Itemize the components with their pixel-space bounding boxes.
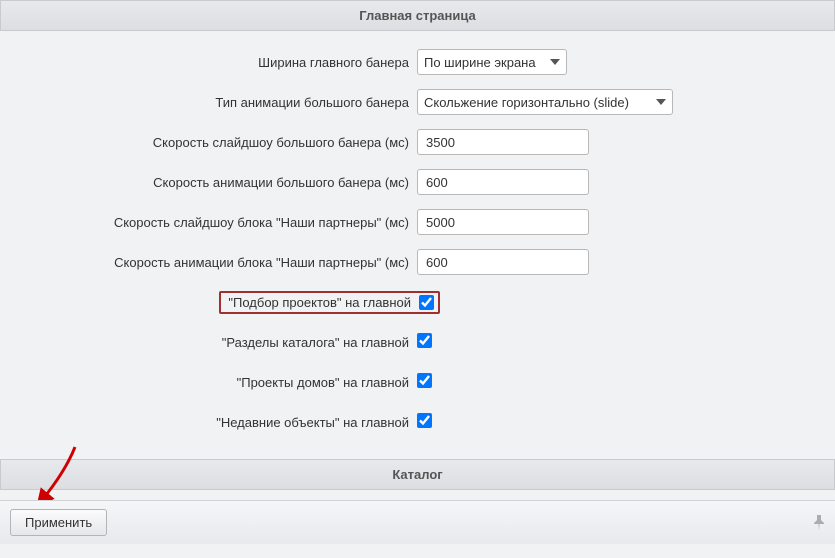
project-selection-label: "Подбор проектов" на главной: [225, 295, 419, 310]
partners-slideshow-speed-label: Скорость слайдшоу блока "Наши партнеры" …: [0, 215, 417, 230]
partners-animation-speed-label: Скорость анимации блока "Наши партнеры" …: [0, 255, 417, 270]
partners-slideshow-speed-row: Скорость слайдшоу блока "Наши партнеры" …: [0, 209, 835, 235]
pin-icon[interactable]: [813, 515, 825, 531]
catalog-sections-label: "Разделы каталога" на главной: [0, 335, 417, 350]
partners-slideshow-speed-input[interactable]: [417, 209, 589, 235]
recent-objects-row: "Недавние объекты" на главной: [0, 409, 835, 435]
project-selection-row: "Подбор проектов" на главной: [0, 289, 835, 315]
banner-slideshow-speed-input[interactable]: [417, 129, 589, 155]
partners-animation-speed-row: Скорость анимации блока "Наши партнеры" …: [0, 249, 835, 275]
banner-animation-speed-row: Скорость анимации большого банера (мс): [0, 169, 835, 195]
project-selection-checkbox[interactable]: [419, 295, 434, 310]
banner-animation-type-label: Тип анимации большого банера: [0, 95, 417, 110]
catalog-header: Каталог: [0, 459, 835, 490]
main-page-body: Ширина главного банера По ширине экрана …: [0, 31, 835, 459]
banner-animation-speed-input[interactable]: [417, 169, 589, 195]
partners-animation-speed-input[interactable]: [417, 249, 589, 275]
banner-animation-speed-label: Скорость анимации большого банера (мс): [0, 175, 417, 190]
banner-width-label: Ширина главного банера: [0, 55, 417, 70]
catalog-sections-checkbox[interactable]: [417, 333, 432, 348]
house-projects-row: "Проекты домов" на главной: [0, 369, 835, 395]
main-page-section: Главная страница Ширина главного банера …: [0, 0, 835, 459]
banner-width-row: Ширина главного банера По ширине экрана: [0, 49, 835, 75]
catalog-title: Каталог: [392, 467, 442, 482]
recent-objects-checkbox[interactable]: [417, 413, 432, 428]
apply-button[interactable]: Применить: [10, 509, 107, 536]
house-projects-label: "Проекты домов" на главной: [0, 375, 417, 390]
banner-animation-type-select[interactable]: Скольжение горизонтально (slide): [417, 89, 673, 115]
main-page-header: Главная страница: [0, 0, 835, 31]
banner-slideshow-speed-label: Скорость слайдшоу большого банера (мс): [0, 135, 417, 150]
project-selection-highlight: "Подбор проектов" на главной: [219, 291, 440, 314]
banner-width-select[interactable]: По ширине экрана: [417, 49, 567, 75]
catalog-sections-row: "Разделы каталога" на главной: [0, 329, 835, 355]
main-page-title: Главная страница: [359, 8, 475, 23]
button-bar: Применить: [0, 500, 835, 544]
house-projects-checkbox[interactable]: [417, 373, 432, 388]
recent-objects-label: "Недавние объекты" на главной: [0, 415, 417, 430]
banner-animation-type-row: Тип анимации большого банера Скольжение …: [0, 89, 835, 115]
banner-slideshow-speed-row: Скорость слайдшоу большого банера (мс): [0, 129, 835, 155]
